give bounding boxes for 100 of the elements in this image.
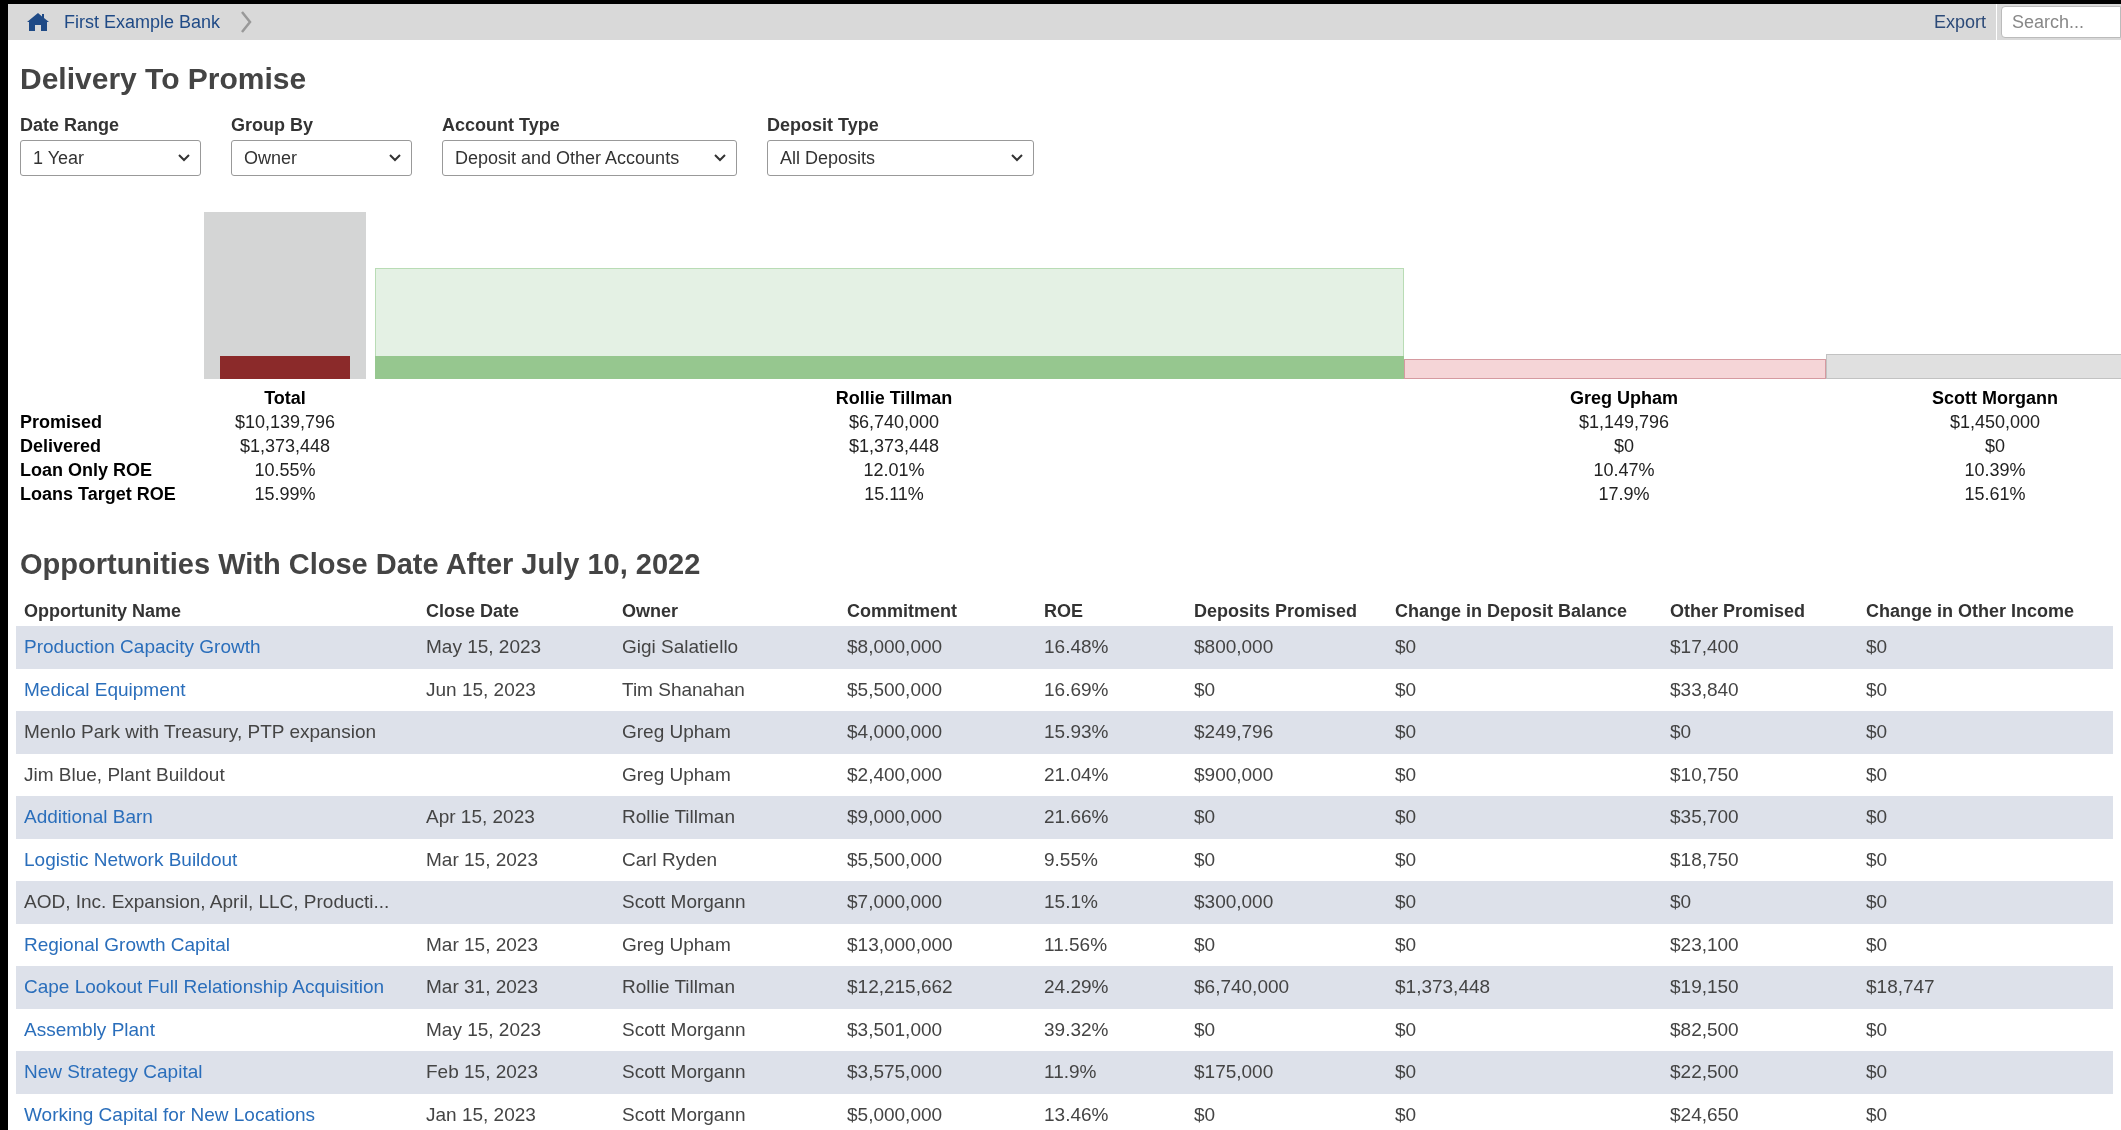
table-cell: Feb 15, 2023 [426,1061,538,1082]
table-cell: $6,740,000 [1194,976,1290,997]
opportunity-link[interactable]: Medical Equipment [24,678,186,700]
table-cell: $7,000,000 [847,891,943,912]
table-cell: $0 [1866,806,1888,827]
summary-value: 15.99% [254,483,316,506]
table-cell: $175,000 [1194,1061,1274,1082]
table-cell: Scott Morgann [622,1103,746,1125]
opportunity-link[interactable]: Additional Barn [24,806,153,827]
table-cell: Tim Shanahan [622,678,745,700]
opportunity-link[interactable]: Regional Growth Capital [24,933,230,955]
table-cell: Gigi Salatiello [622,636,739,657]
table-cell: Apr 15, 2023 [426,806,535,827]
table-cell: $0 [1866,891,1888,912]
column-header[interactable]: Owner [622,600,678,621]
table-cell: $900,000 [1194,763,1274,785]
table-cell: $0 [1866,678,1888,700]
table-cell: $8,000,000 [847,636,943,657]
caret-icon [389,154,401,162]
table-cell: $0 [1194,1103,1216,1125]
dropdown[interactable]: All Deposits [767,140,1034,176]
column-header[interactable]: Change in Deposit Balance [1395,600,1628,621]
table-cell: 16.69% [1044,678,1109,700]
export-link[interactable]: Export [1933,8,1986,36]
table-cell: $24,650 [1670,1103,1739,1125]
table-cell: Greg Upham [622,933,731,955]
summary-value: 12.01% [863,459,925,482]
table-cell: 39.32% [1044,1018,1109,1040]
table-cell: $0 [1395,763,1417,785]
opportunity-link[interactable]: Logistic Network Buildout [24,848,238,870]
table-cell: $82,500 [1670,1018,1739,1040]
table-cell: 15.1% [1044,891,1098,912]
table-cell: 16.48% [1044,636,1109,657]
table-cell: $5,500,000 [847,848,943,870]
table-cell: Jun 15, 2023 [426,678,536,700]
caret-icon [714,154,726,162]
column-header[interactable]: Change in Other Income [1866,600,2075,621]
table-cell: $0 [1670,891,1692,912]
opportunity-link[interactable]: Production Capacity Growth [24,636,261,657]
table-cell: $0 [1395,678,1417,700]
group-name: Total [264,387,306,410]
filter-label: Deposit Type [767,114,880,136]
table-cell: $800,000 [1194,636,1274,657]
column-header[interactable]: Opportunity Name [24,600,181,621]
dropdown[interactable]: 1 Year [20,140,201,176]
table-cell: $0 [1866,848,1888,870]
table-cell: 11.9% [1044,1061,1097,1082]
opportunity-link[interactable]: Assembly Plant [24,1018,155,1040]
summary-value: 15.11% [864,483,924,506]
table-cell: Jan 15, 2023 [426,1103,536,1125]
summary-value: $6,740,000 [848,411,940,434]
summary-value: 17.9% [1598,483,1650,506]
table-cell: Greg Upham [622,721,731,742]
table-cell: $0 [1194,1018,1216,1040]
group-name: Scott Morgann [1932,387,2058,410]
opportunity-name: AOD, Inc. Expansion, April, LLC, Producti... [24,891,390,912]
summary-value: $1,373,448 [239,435,331,458]
table-cell: $23,100 [1670,933,1739,955]
opportunity-link[interactable]: New Strategy Capital [24,1061,203,1082]
breadcrumb-link[interactable]: First Example Bank [64,8,221,36]
summary-value: $1,373,448 [848,435,940,458]
table-cell: $0 [1866,1103,1888,1125]
summary-value: 15.61% [1964,483,2026,506]
opportunity-name: Menlo Park with Treasury, PTP expansion [24,721,376,742]
table-cell: $0 [1395,1018,1417,1040]
table-cell: $0 [1395,848,1417,870]
table-cell: Scott Morgann [622,891,746,912]
summary-value: $1,149,796 [1578,411,1670,434]
chevron-icon [240,11,253,33]
summary-value: $0 [1985,435,2005,458]
table-cell: 21.66% [1044,806,1109,827]
table-cell: $3,501,000 [847,1018,943,1040]
column-header[interactable]: Other Promised [1670,600,1806,621]
table-cell: $0 [1194,933,1216,955]
column-header[interactable]: ROE [1044,600,1083,621]
table-cell: $17,400 [1670,636,1739,657]
home-icon[interactable] [26,12,50,32]
filter-label: Date Range [20,114,121,136]
table-cell: May 15, 2023 [426,1018,542,1040]
table-cell: Mar 15, 2023 [426,848,538,870]
dropdown[interactable]: Deposit and Other Accounts [442,140,737,176]
table-cell: $0 [1395,891,1417,912]
table-cell: $12,215,662 [847,976,953,997]
table-cell: $2,400,000 [847,763,943,785]
table-cell: $3,575,000 [847,1061,943,1082]
column-header[interactable]: Deposits Promised [1194,600,1358,621]
search-field[interactable]: Search... [2001,6,2121,38]
table-cell: $35,700 [1670,806,1739,827]
column-header[interactable]: Commitment [847,600,957,621]
summary-value: $0 [1614,435,1634,458]
section-title: Opportunities With Close Date After July 10, 2022 [20,547,702,582]
group-name: Greg Upham [1570,387,1678,410]
column-header[interactable]: Close Date [426,600,520,621]
opportunity-link[interactable]: Working Capital for New Locations [24,1103,316,1125]
opportunity-link[interactable]: Cape Lookout Full Relationship Acquisition [24,976,385,997]
dropdown[interactable]: Owner [231,140,412,176]
table-cell: Rollie Tillman [622,806,735,827]
table-cell: $0 [1866,933,1888,955]
row-label: Promised [20,411,104,434]
table-cell: Carl Ryden [622,848,718,870]
